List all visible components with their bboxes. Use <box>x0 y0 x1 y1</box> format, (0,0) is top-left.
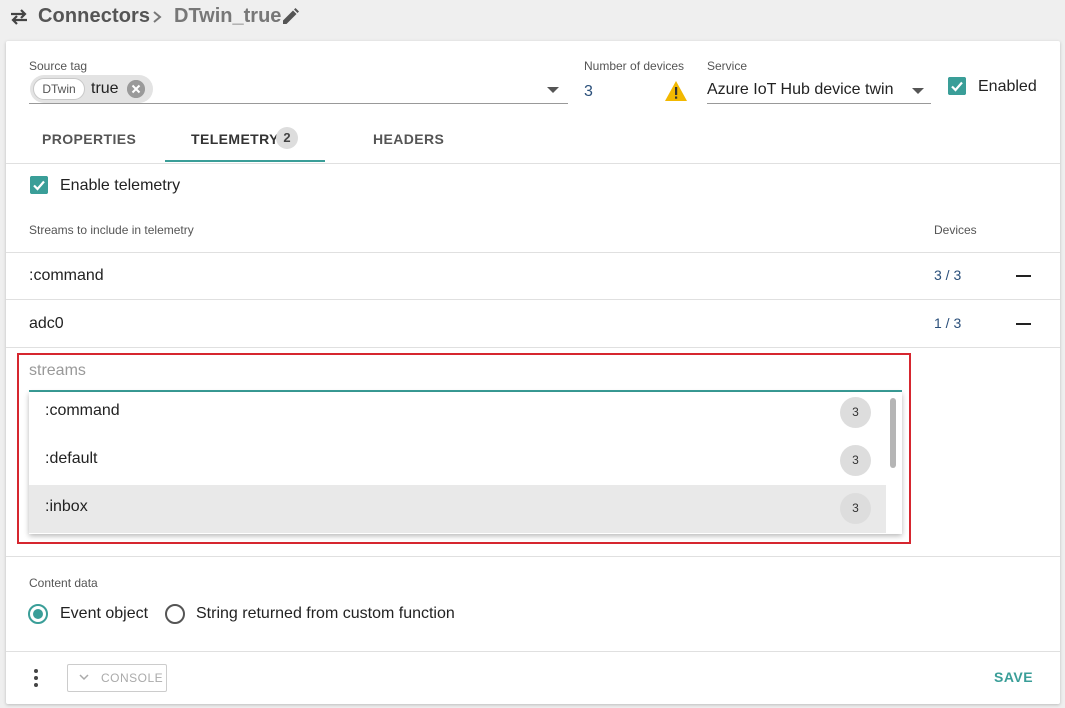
number-of-devices-value: 3 <box>584 83 593 100</box>
source-tag-label: Source tag <box>29 59 88 73</box>
pencil-edit-icon[interactable] <box>280 7 300 27</box>
custom-function-radio[interactable] <box>165 604 185 624</box>
section-divider <box>6 556 1060 557</box>
radio-selected-dot <box>33 609 43 619</box>
save-button[interactable]: SAVE <box>994 669 1033 685</box>
streams-dropdown: :command 3 :default 3 :inbox 3 <box>29 392 902 534</box>
page-title: DTwin_true <box>174 5 282 27</box>
stream-option[interactable]: :command 3 <box>29 392 886 437</box>
streams-input[interactable] <box>29 362 902 392</box>
devices-column-header: Devices <box>934 223 977 237</box>
tab-telemetry-badge: 2 <box>276 127 298 149</box>
table-divider <box>6 299 1060 300</box>
event-object-label: Event object <box>60 605 149 622</box>
stream-option-count: 3 <box>840 493 871 524</box>
remove-stream-icon[interactable] <box>1016 323 1031 325</box>
dropdown-scroll-thumb[interactable] <box>890 398 896 468</box>
streams-input-placeholder: streams <box>29 362 86 379</box>
chevron-down-icon <box>79 674 89 681</box>
source-tag-dropdown-icon[interactable] <box>547 86 559 94</box>
stream-option-label: :default <box>45 450 98 467</box>
remove-stream-icon[interactable] <box>1016 275 1031 277</box>
custom-function-label: String returned from custom function <box>196 605 455 622</box>
stream-row-name: :command <box>29 267 104 284</box>
stream-row-devices: 3 / 3 <box>934 267 962 283</box>
service-dropdown-icon[interactable] <box>912 87 924 95</box>
source-tag-chip-value: true <box>91 80 119 97</box>
stream-option-count: 3 <box>840 397 871 428</box>
streams-column-header: Streams to include in telemetry <box>29 223 194 237</box>
source-tag-chip-key: DTwin <box>33 78 85 100</box>
swap-arrows-icon[interactable] <box>8 6 30 28</box>
tab-properties[interactable]: PROPERTIES <box>42 131 136 147</box>
table-divider <box>6 347 1060 348</box>
breadcrumb-connectors[interactable]: Connectors <box>38 5 150 28</box>
stream-option-label: :command <box>45 402 120 419</box>
enable-telemetry-label: Enable telemetry <box>60 177 181 194</box>
service-value: Azure IoT Hub device twin <box>707 81 894 98</box>
active-tab-indicator <box>165 160 325 162</box>
stream-option[interactable]: :inbox 3 <box>29 485 886 533</box>
enabled-checkbox[interactable] <box>948 77 966 95</box>
stream-option[interactable]: :default 3 <box>29 437 886 485</box>
stream-row-devices: 1 / 3 <box>934 315 962 331</box>
console-label: CONSOLE <box>101 671 164 685</box>
footer-divider <box>6 651 1060 652</box>
enabled-label: Enabled <box>978 78 1037 95</box>
stream-row-name: adc0 <box>29 315 64 332</box>
chip-remove-icon[interactable] <box>127 80 145 98</box>
service-label: Service <box>707 59 748 73</box>
table-divider <box>6 252 1060 253</box>
stream-option-count: 3 <box>840 445 871 476</box>
enable-telemetry-checkbox[interactable] <box>30 176 48 194</box>
content-data-label: Content data <box>29 576 98 590</box>
more-options-icon[interactable] <box>30 668 42 688</box>
warning-icon <box>665 81 687 101</box>
tab-headers[interactable]: HEADERS <box>373 131 444 147</box>
chevron-right-icon <box>153 11 162 23</box>
tabs-divider <box>6 163 1060 164</box>
stream-option-label: :inbox <box>45 498 88 515</box>
tab-telemetry[interactable]: TELEMETRY <box>191 131 279 147</box>
number-of-devices-label: Number of devices <box>584 59 685 73</box>
